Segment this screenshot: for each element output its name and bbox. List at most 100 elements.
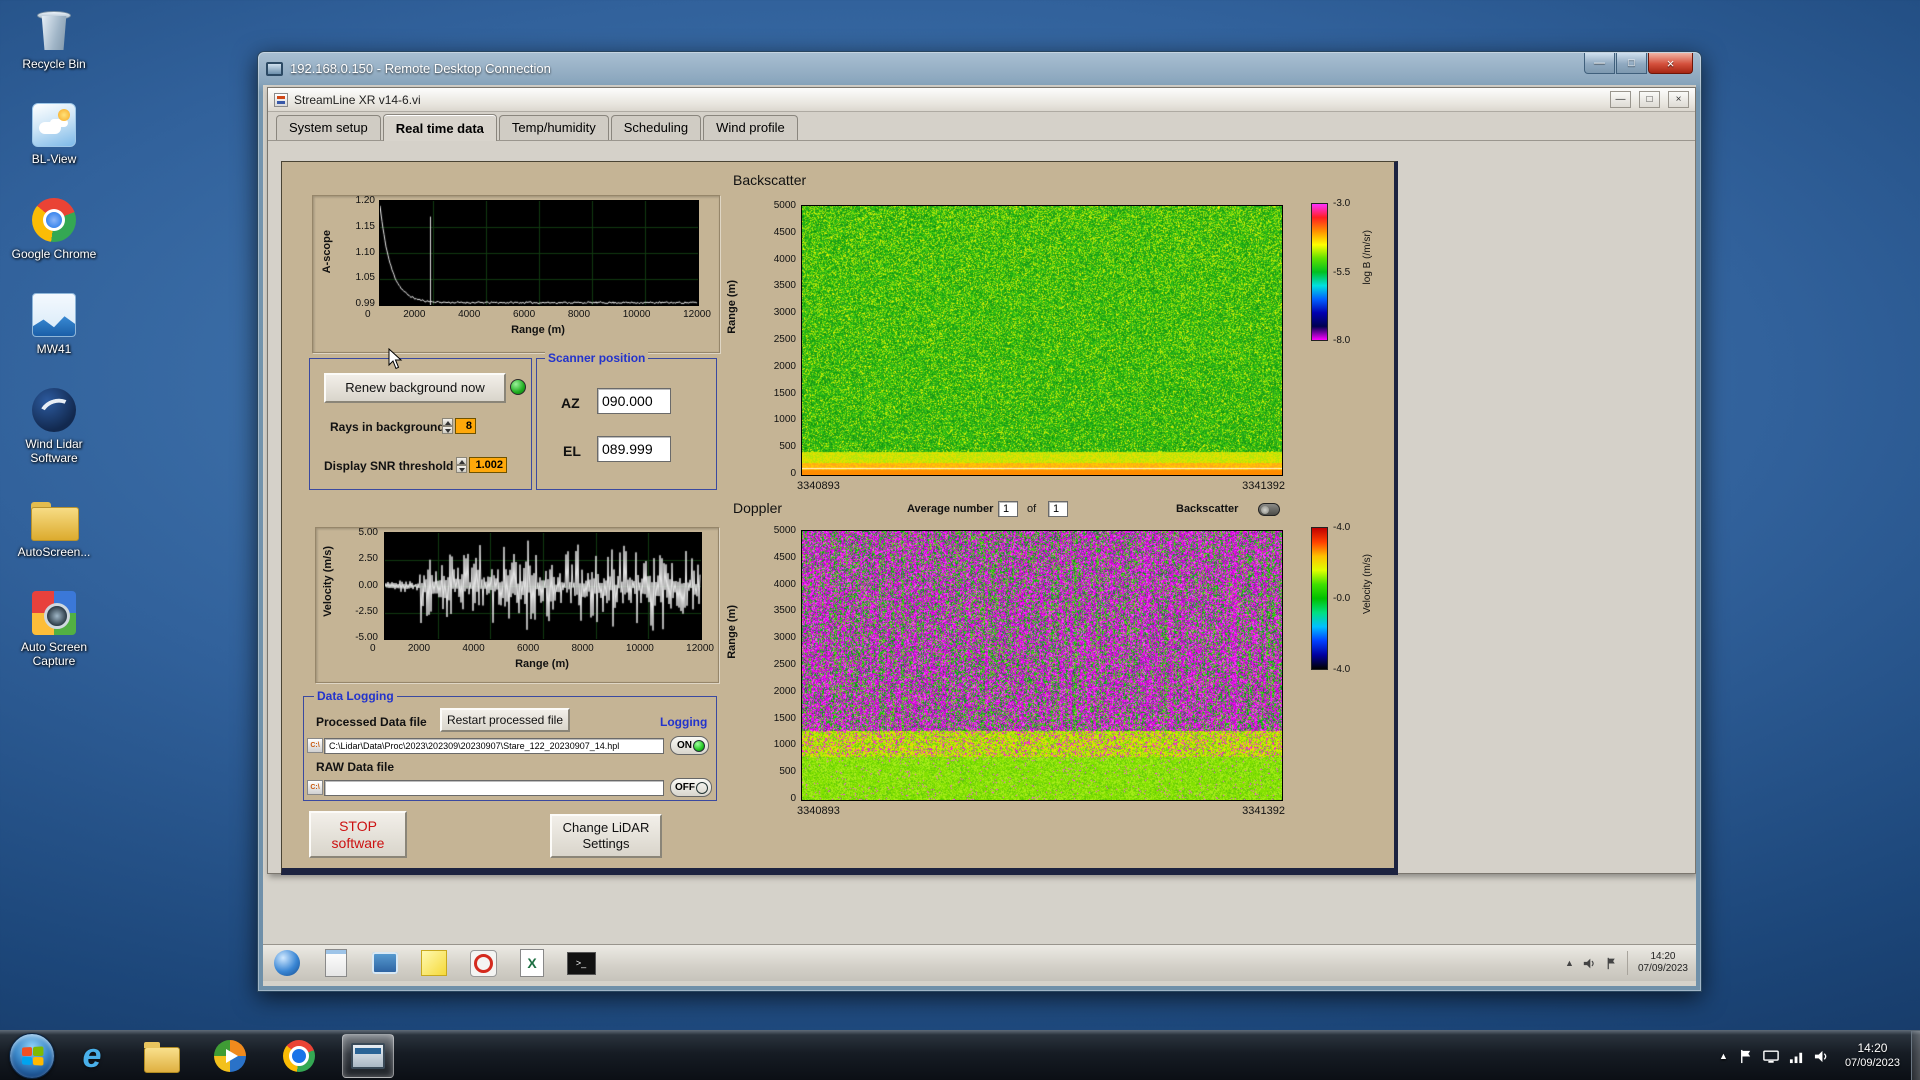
drive-icon[interactable]: C:\ (307, 780, 323, 795)
renew-background-button[interactable]: Renew background now (324, 373, 506, 403)
ie-icon[interactable] (66, 1034, 118, 1078)
average-number-input[interactable]: 1 (998, 501, 1018, 517)
action-center-flag-icon[interactable] (1738, 1049, 1753, 1064)
chrome-icon (32, 198, 76, 242)
az-label: AZ (561, 395, 580, 411)
spreadsheet-icon[interactable] (516, 948, 548, 978)
desktop-icon-wind-lidar-software[interactable]: Wind Lidar Software (6, 388, 102, 465)
remote-tray-expand-icon[interactable]: ▲ (1565, 958, 1574, 968)
rdp-icon[interactable] (342, 1034, 394, 1078)
snr-threshold-label: Display SNR threshold (324, 459, 454, 473)
rdp-window: 192.168.0.150 - Remote Desktop Connectio… (257, 51, 1702, 992)
velocity-x-axis-ticks: 0 2000 4000 6000 8000 10000 12000 (370, 643, 714, 654)
snr-spinner[interactable] (456, 457, 467, 473)
desktop-icon-label: Google Chrome (11, 247, 97, 261)
show-desktop-button[interactable] (1911, 1031, 1920, 1080)
rays-in-background-label: Rays in background (330, 420, 445, 434)
display-icon[interactable] (1763, 1049, 1779, 1064)
tick-label: 1.20 (355, 195, 375, 206)
desktop-icon-label: Wind Lidar Software (25, 437, 83, 465)
media-player-icon[interactable] (204, 1034, 256, 1078)
tick-label: 2000 (773, 685, 796, 697)
velocity-y-axis-ticks: 5.00 2.50 0.00 -2.50 -5.00 (338, 527, 378, 643)
app-close-button[interactable]: × (1668, 91, 1689, 108)
rdp-title-bar[interactable]: 192.168.0.150 - Remote Desktop Connectio… (258, 52, 1701, 85)
remote-flag-icon[interactable] (1605, 957, 1618, 970)
tick-label: 3000 (773, 307, 796, 319)
desktop-icon-bl-view[interactable]: BL-View (6, 103, 102, 166)
app-maximize-button[interactable]: □ (1639, 91, 1660, 108)
tab-scheduling[interactable]: Scheduling (610, 115, 702, 140)
tick-label: 2000 (407, 643, 431, 654)
az-input[interactable]: 090.000 (597, 388, 671, 414)
notes-icon[interactable] (418, 948, 450, 978)
tick-label: 1.15 (355, 220, 375, 232)
streamline-title-bar[interactable]: StreamLine XR v14-6.vi — □ × (268, 88, 1695, 112)
tab-temp-humidity[interactable]: Temp/humidity (498, 115, 609, 140)
app-minimize-button[interactable]: — (1610, 91, 1631, 108)
stop-software-button[interactable]: STOP software (309, 811, 407, 858)
desktop-icon-autoscreen[interactable]: AutoScreen... (6, 497, 102, 559)
tick-label: 0 (365, 309, 371, 320)
of-label: of (1027, 503, 1037, 515)
rays-in-background-value[interactable]: 8 (455, 418, 476, 434)
tick-label: 0 (370, 643, 376, 654)
backscatter-toggle[interactable] (1258, 503, 1280, 516)
minimize-button[interactable]: — (1584, 53, 1615, 74)
data-logging-group: Data Logging Processed Data file Restart… (303, 689, 717, 801)
desktop-icon-recycle-bin[interactable]: Recycle Bin (6, 8, 102, 71)
remote-volume-icon[interactable] (1583, 957, 1596, 970)
renew-background-led (510, 379, 526, 395)
start-button[interactable] (9, 1033, 55, 1079)
tray-expand-icon[interactable]: ▲ (1719, 1051, 1728, 1061)
processed-data-file-path[interactable]: C:\Lidar\Data\Proc\2023\202309\20230907\… (324, 738, 664, 754)
average-of-input[interactable]: 1 (1048, 501, 1068, 517)
chrome-icon[interactable] (273, 1034, 325, 1078)
desktop-icon-auto-screen-capture[interactable]: Auto Screen Capture (6, 591, 102, 668)
tick-label: 4000 (773, 578, 796, 590)
maximize-button[interactable]: □ (1616, 53, 1647, 74)
tick-label: -0.0 (1333, 593, 1351, 604)
browser-icon[interactable] (271, 948, 303, 978)
desktop-icon-google-chrome[interactable]: Google Chrome (6, 198, 102, 261)
tab-wind-profile[interactable]: Wind profile (703, 115, 798, 140)
close-button[interactable]: × (1648, 53, 1693, 74)
processed-data-file-label: Processed Data file (316, 715, 427, 729)
tab-system-setup[interactable]: System setup (276, 115, 381, 140)
tick-label: 4500 (773, 551, 796, 563)
folder-icon (31, 502, 79, 541)
volume-icon[interactable] (1814, 1049, 1829, 1064)
explorer-icon[interactable] (135, 1034, 187, 1078)
rays-spinner[interactable] (442, 418, 453, 434)
host-clock[interactable]: 14:20 07/09/2023 (1839, 1041, 1906, 1071)
terminal-icon[interactable] (565, 948, 597, 978)
power-icon[interactable] (467, 948, 499, 978)
tick-label: 0.00 (358, 579, 378, 591)
tick-label: -5.5 (1333, 266, 1351, 278)
tick-label: 1.10 (355, 246, 375, 258)
el-input[interactable]: 089.999 (597, 436, 671, 462)
raw-logging-toggle[interactable]: OFF (670, 778, 712, 797)
remote-clock[interactable]: 14:20 07/09/2023 (1626, 951, 1688, 975)
restart-processed-file-button[interactable]: Restart processed file (440, 708, 570, 732)
desktop-icon-mw41[interactable]: MW41 (6, 293, 102, 356)
tick-label: -5.00 (355, 632, 378, 643)
tab-real-time-data[interactable]: Real time data (382, 114, 497, 141)
drive-icon[interactable]: C:\ (307, 738, 323, 753)
bl-view-icon (32, 103, 76, 147)
tick-label: 1000 (773, 414, 796, 426)
tick-label: 0 (790, 792, 796, 804)
backscatter-x-start: 3340893 (797, 480, 840, 492)
change-lidar-settings-button[interactable]: Change LiDAR Settings (550, 814, 662, 858)
tick-label: 5.00 (358, 527, 378, 538)
raw-data-file-path[interactable] (324, 780, 664, 796)
processed-logging-toggle[interactable]: ON (670, 736, 709, 755)
snr-threshold-value[interactable]: 1.002 (469, 457, 507, 473)
doppler-colorbar-ticks: -4.0 -0.0 -4.0 (1333, 522, 1350, 675)
network-icon[interactable] (1789, 1049, 1804, 1064)
tick-label: 6000 (516, 643, 540, 654)
notepad-icon[interactable] (320, 948, 352, 978)
rdp-app-icon (266, 61, 283, 76)
network-icon[interactable] (369, 948, 401, 978)
ascope-plot: A-scope 1.20 1.15 1.10 1.05 0.99 0 2000 4000 60… (312, 195, 720, 353)
